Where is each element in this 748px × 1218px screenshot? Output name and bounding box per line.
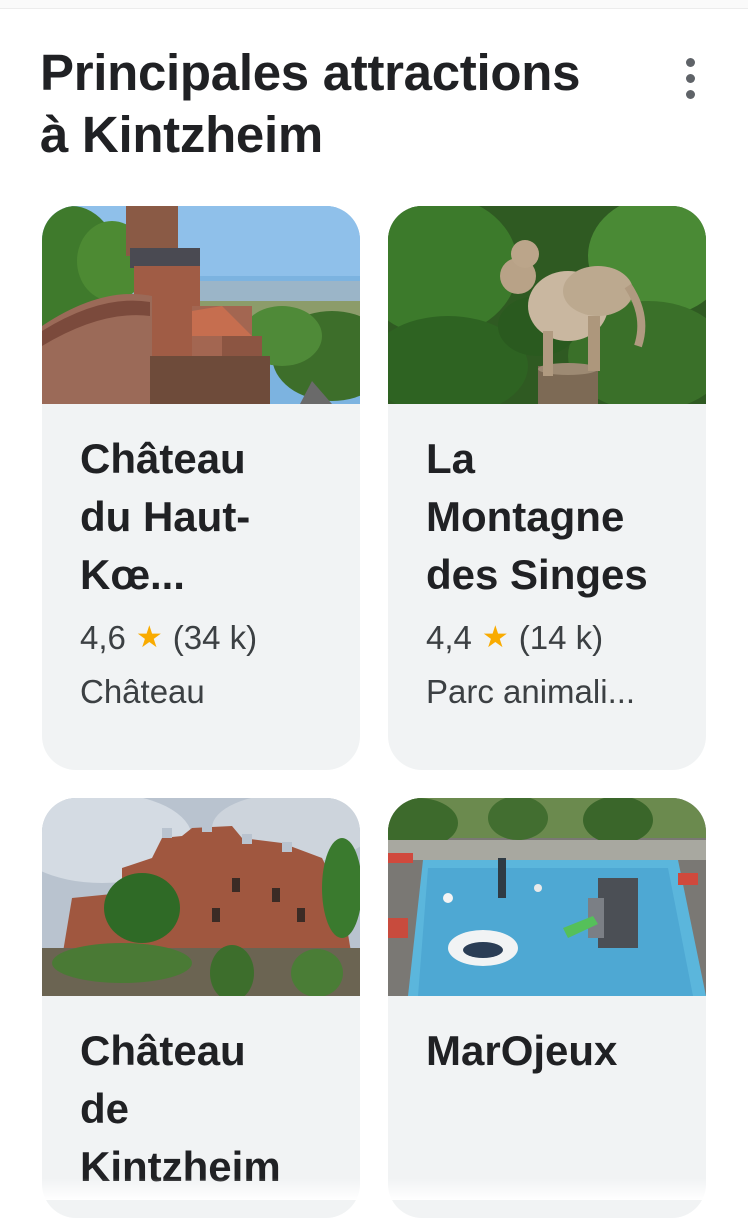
attraction-card[interactable]: Château de Kintzheim — [42, 798, 360, 1218]
castle-ruins-photo — [42, 798, 360, 996]
attraction-card[interactable]: La Montagne des Singes 4,4 ★ (14 k) Parc… — [388, 206, 706, 770]
attraction-info: La Montagne des Singes 4,4 ★ (14 k) Parc… — [388, 404, 706, 714]
attraction-name: Château de Kintzheim — [80, 1027, 281, 1190]
attraction-rating: 4,6 ★ (34 k) — [80, 616, 322, 660]
barbary-macaques-photo — [388, 206, 706, 404]
section-title: Principales attractions à Kintzheim — [40, 42, 660, 166]
castle-panorama-photo — [42, 206, 360, 404]
top-divider — [0, 0, 748, 9]
attraction-rating: 4,4 ★ (14 k) — [426, 616, 668, 660]
star-icon: ★ — [481, 621, 509, 654]
attraction-card[interactable]: Château du Haut-Kœ... 4,6 ★ (34 k) Châte… — [42, 206, 360, 770]
attraction-name: MarOjeux — [426, 1027, 618, 1074]
attraction-card[interactable]: MarOjeux — [388, 798, 706, 1218]
star-icon: ★ — [135, 621, 163, 654]
rating-value: 4,6 — [80, 619, 126, 656]
attraction-info: Château du Haut-Kœ... 4,6 ★ (34 k) Châte… — [42, 404, 360, 714]
attraction-category: Château — [80, 673, 205, 710]
section-title-line-1: Principales attractions — [40, 44, 581, 101]
section-header: Principales attractions à Kintzheim — [40, 42, 660, 166]
attraction-info: MarOjeux — [388, 996, 706, 1080]
review-count: (14 k) — [518, 619, 604, 656]
bottom-fade — [0, 1178, 748, 1200]
attraction-info: Château de Kintzheim — [42, 996, 360, 1196]
attraction-name: Château du Haut-Kœ... — [80, 435, 251, 598]
more-options-button[interactable] — [668, 52, 712, 104]
water-playground-photo — [388, 798, 706, 996]
section-title-line-2: à Kintzheim — [40, 106, 323, 163]
rating-value: 4,4 — [426, 619, 472, 656]
review-count: (34 k) — [172, 619, 258, 656]
attraction-category: Parc animali... — [426, 673, 636, 710]
more-vert-icon — [685, 57, 695, 67]
attraction-name: La Montagne des Singes — [426, 435, 648, 598]
